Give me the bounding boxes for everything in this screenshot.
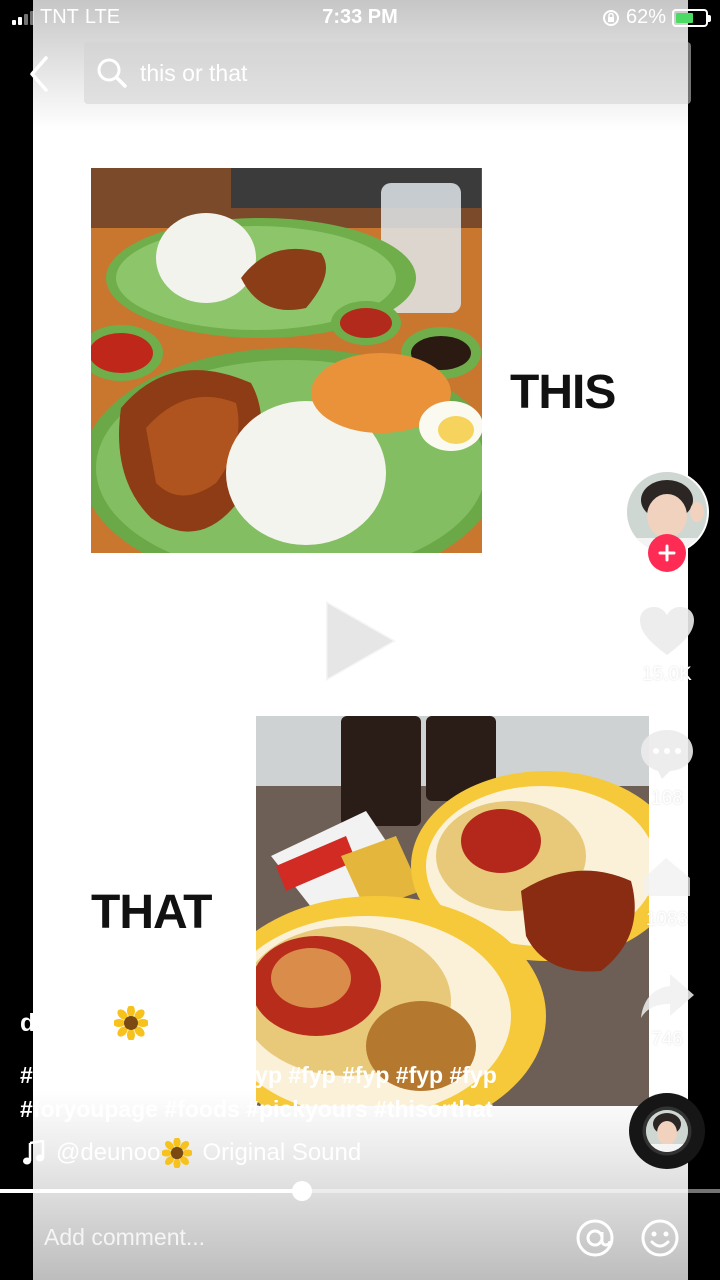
play-icon[interactable] bbox=[318, 595, 402, 687]
follow-button[interactable] bbox=[648, 534, 686, 572]
like-button[interactable]: 15.0K bbox=[628, 605, 706, 686]
share-count: 1083 bbox=[645, 909, 689, 930]
comment-input[interactable]: Add comment... bbox=[44, 1224, 205, 1251]
music-note-icon bbox=[23, 1140, 45, 1165]
emoji-icon[interactable] bbox=[640, 1218, 680, 1258]
search-icon bbox=[97, 58, 127, 88]
share-icon bbox=[644, 858, 690, 896]
forward-count: 746 bbox=[651, 1029, 683, 1050]
username[interactable]: deunoo bbox=[20, 1009, 110, 1038]
like-count: 15.0K bbox=[642, 664, 692, 685]
battery-icon bbox=[672, 8, 711, 27]
comment-icon bbox=[641, 730, 693, 779]
rotation-lock-icon bbox=[602, 9, 619, 26]
sound-info[interactable]: @deunoo Original Sound bbox=[22, 1138, 361, 1168]
post-date: · 2-20 bbox=[162, 1009, 225, 1036]
caption-author[interactable]: deunoo · 2-20 bbox=[20, 1006, 225, 1040]
sound-title: Original Sound bbox=[202, 1139, 362, 1166]
caption-hashtags[interactable]: #fyp #fyp #fyp #fyp #fyp #fyp #fyp #fyp … bbox=[20, 1058, 580, 1126]
video-progress-bar[interactable] bbox=[0, 1181, 720, 1201]
share-button[interactable]: 1083 bbox=[628, 848, 706, 931]
forward-icon bbox=[641, 974, 694, 1018]
sunflower-emoji bbox=[162, 1138, 193, 1168]
comment-count: 168 bbox=[651, 788, 683, 809]
comment-bar[interactable]: Add comment... bbox=[0, 1200, 720, 1280]
that-food-image bbox=[256, 716, 649, 1106]
battery-percent: 62% bbox=[625, 6, 666, 28]
status-bar: TNT LTE 7:33 PM 62% bbox=[0, 0, 720, 36]
search-query: this or that bbox=[140, 59, 248, 86]
sound-author: @deunoo bbox=[56, 1139, 161, 1166]
sunflower-emoji bbox=[114, 1006, 149, 1040]
at-icon[interactable] bbox=[575, 1218, 615, 1258]
this-food-image bbox=[91, 168, 482, 553]
hashtags-line-2[interactable]: #foryoupage #foods #pickyours #thisortha… bbox=[20, 1092, 580, 1126]
search-bar[interactable]: this or that bbox=[84, 42, 691, 104]
sound-disc-avatar bbox=[646, 1110, 688, 1152]
forward-button[interactable]: 746 bbox=[628, 968, 706, 1051]
plus-icon bbox=[658, 544, 676, 562]
this-label: THIS bbox=[510, 366, 616, 419]
that-label: THAT bbox=[91, 886, 212, 939]
hashtags-line-1[interactable]: #fyp #fyp #fyp #fyp #fyp #fyp #fyp #fyp … bbox=[20, 1058, 580, 1092]
progress-fill bbox=[0, 1189, 303, 1193]
comment-button[interactable]: 168 bbox=[628, 727, 706, 810]
heart-icon bbox=[640, 607, 694, 655]
sound-disc[interactable] bbox=[629, 1093, 705, 1169]
back-arrow-icon[interactable] bbox=[22, 52, 62, 96]
